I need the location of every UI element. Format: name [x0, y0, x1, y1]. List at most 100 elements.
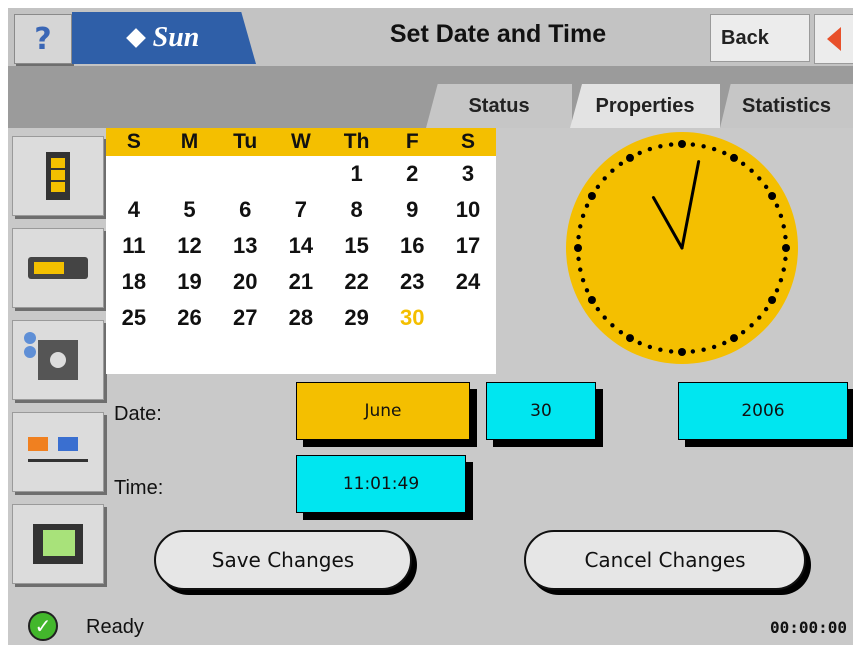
calendar-day[interactable]: 21	[273, 264, 329, 300]
calendar-day[interactable]: 5	[162, 192, 218, 228]
calendar-day[interactable]: 19	[162, 264, 218, 300]
calendar-day[interactable]: 20	[217, 264, 273, 300]
clock-tick	[618, 161, 624, 167]
clock-tick	[782, 244, 790, 252]
weekday-label: W	[290, 130, 311, 153]
back-arrow-button[interactable]	[814, 14, 853, 64]
clock-tick	[587, 296, 596, 304]
sidebar-item-display[interactable]	[12, 504, 104, 584]
calendar-day[interactable]: 18	[106, 264, 162, 300]
help-icon: ?	[34, 21, 52, 57]
calendar-day[interactable]: 27	[217, 300, 273, 336]
tab-strip: Status Properties Statistics	[8, 66, 853, 128]
save-changes-button[interactable]: Save Changes	[154, 530, 412, 590]
calendar-day[interactable]: 23	[384, 264, 440, 300]
calendar-day[interactable]: 22	[329, 264, 385, 300]
status-text: Ready	[86, 616, 144, 638]
clock-tick	[587, 192, 596, 200]
calendar-day[interactable]	[217, 156, 273, 192]
sidebar-item-network-settings[interactable]	[12, 320, 104, 400]
clock-tick	[783, 256, 788, 262]
sidebar-item-drives[interactable]	[12, 228, 104, 308]
calendar-day[interactable]: 14	[273, 228, 329, 264]
clock-tick	[757, 176, 762, 181]
time-field[interactable]: 11:01:49	[296, 455, 466, 513]
clock-tick	[595, 306, 601, 312]
weekday-label: S	[126, 130, 141, 153]
clock-tick	[690, 349, 696, 354]
cancel-changes-label: Cancel Changes	[584, 548, 746, 572]
clock-tick	[610, 168, 615, 173]
calendar-day[interactable]: 29	[329, 300, 385, 336]
tab-properties[interactable]: Properties	[570, 84, 720, 128]
sidebar-item-network[interactable]	[12, 412, 104, 492]
calendar-week: 1 2 3	[106, 156, 496, 192]
back-button-label: Back	[721, 26, 769, 49]
calendar-day[interactable]: 2	[384, 156, 440, 192]
calendar-day[interactable]: 7	[273, 192, 329, 228]
clock-tick	[602, 176, 607, 181]
sidebar-item-storage[interactable]	[12, 136, 104, 216]
calendar-day[interactable]	[162, 156, 218, 192]
calendar-day[interactable]: 12	[162, 228, 218, 264]
clock-tick	[578, 224, 583, 229]
calendar-day[interactable]: 15	[329, 228, 385, 264]
calendar-day[interactable]: 11	[106, 228, 162, 264]
save-changes-label: Save Changes	[211, 548, 355, 572]
clock-tick	[749, 168, 754, 173]
clock-tick	[584, 288, 590, 293]
calendar-day[interactable]: 10	[440, 192, 496, 228]
clock-tick	[783, 234, 788, 240]
calendar-day[interactable]: 26	[162, 300, 218, 336]
calendar-day[interactable]: 4	[106, 192, 162, 228]
time-label: Time:	[114, 477, 164, 499]
month-field[interactable]: June	[296, 382, 470, 440]
calendar: S M Tu W Th F S 1 2 3 4 5 6 7 8 9 10 11	[106, 128, 496, 374]
weekday-label: F	[405, 130, 419, 153]
calendar-day[interactable]: 24	[440, 264, 496, 300]
calendar-day[interactable]: 16	[384, 228, 440, 264]
clock-tick	[678, 348, 686, 356]
calendar-day[interactable]	[273, 156, 329, 192]
network-nodes-icon	[28, 437, 88, 467]
calendar-day[interactable]: 13	[217, 228, 273, 264]
calendar-day[interactable]: 28	[273, 300, 329, 336]
help-button[interactable]: ?	[14, 14, 72, 64]
calendar-weekday-header: S M Tu W Th F S	[106, 128, 496, 156]
clock-tick	[618, 329, 624, 335]
clock-tick	[576, 234, 581, 240]
clock-tick	[711, 146, 717, 152]
year-field[interactable]: 2006	[678, 382, 848, 440]
calendar-week: 11 12 13 14 15 16 17	[106, 228, 496, 264]
analog-clock	[566, 132, 798, 364]
clock-tick	[774, 203, 780, 208]
arrow-left-icon	[827, 27, 841, 51]
clock-tick	[647, 146, 653, 152]
tab-status[interactable]: Status	[426, 84, 572, 128]
sun-logo: Sun	[72, 12, 256, 64]
storage-cabinet-icon	[46, 152, 70, 200]
clock-tick	[749, 323, 754, 328]
day-field[interactable]: 30	[486, 382, 596, 440]
calendar-day[interactable]: 8	[329, 192, 385, 228]
calendar-day[interactable]: 3	[440, 156, 496, 192]
clock-tick	[768, 296, 777, 304]
calendar-day[interactable]: 6	[217, 192, 273, 228]
status-bar: ✓ Ready 00:00:00	[8, 608, 853, 645]
clock-tick	[678, 140, 686, 148]
calendar-day[interactable]	[440, 300, 496, 336]
back-button[interactable]: Back	[710, 14, 810, 62]
clock-tick	[580, 213, 586, 219]
clock-tick	[781, 224, 786, 229]
calendar-day[interactable]: 1	[329, 156, 385, 192]
calendar-day[interactable]: 17	[440, 228, 496, 264]
calendar-day-selected[interactable]: 30	[384, 300, 440, 336]
calendar-day[interactable]: 9	[384, 192, 440, 228]
page-title: Set Date and Time	[389, 20, 607, 48]
calendar-day[interactable]: 25	[106, 300, 162, 336]
cancel-changes-button[interactable]: Cancel Changes	[524, 530, 806, 590]
calendar-day[interactable]	[106, 156, 162, 192]
clock-tick	[701, 144, 706, 149]
clock-tick	[647, 344, 653, 350]
tab-statistics[interactable]: Statistics	[720, 84, 853, 128]
